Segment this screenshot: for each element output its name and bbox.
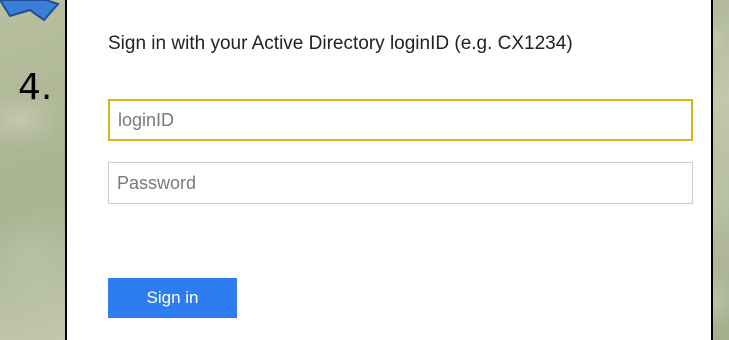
sign-in-prompt: Sign in with your Active Directory login… [108,33,573,54]
sign-in-card: Sign in with your Active Directory login… [65,0,713,340]
slide-background: 4. Sign in with your Active Directory lo… [0,0,729,340]
sign-in-button[interactable]: Sign in [108,278,237,318]
step-number: 4. [18,67,53,108]
password-input[interactable] [108,162,693,204]
login-id-input[interactable] [108,99,693,141]
arrow-icon [0,0,60,22]
